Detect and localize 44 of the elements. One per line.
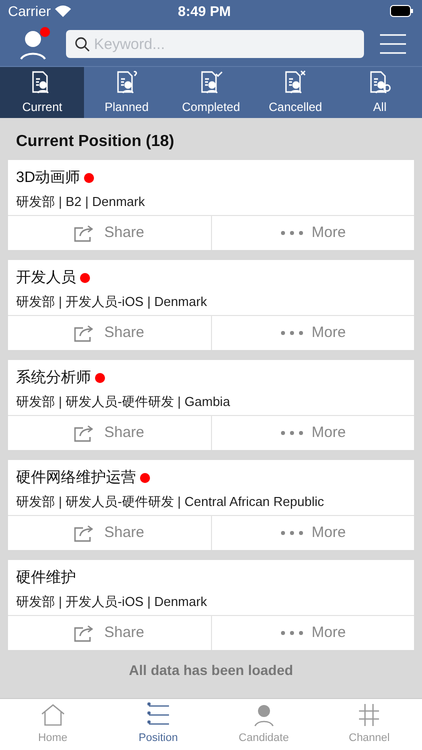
share-button[interactable]: Share (8, 516, 212, 550)
position-details: 研发部 | 研发人员-硬件研发 | Gambia (16, 393, 232, 411)
filter-tab[interactable]: Planned (84, 67, 169, 118)
dots-icon (280, 530, 304, 536)
position-title[interactable]: 3D动画师 (16, 166, 80, 190)
position-title[interactable]: 系统分析师 (16, 366, 91, 390)
search-field[interactable]: Keyword... (66, 30, 364, 58)
more-button[interactable]: More (212, 516, 414, 550)
position-details: 研发部 | B2 | Denmark (16, 193, 146, 211)
battery-icon (390, 5, 414, 17)
dots-icon (280, 430, 304, 436)
filter-tab[interactable]: Completed (168, 67, 254, 118)
position-details: 研发部 | 开发人员-iOS | Denmark (16, 593, 208, 611)
more-button[interactable]: More (212, 416, 414, 450)
dots-icon (280, 330, 304, 336)
more-button[interactable]: More (212, 216, 414, 250)
section-title: Current Position (18) (15, 132, 176, 152)
position-title[interactable]: 硬件网络维护运营 (16, 466, 136, 490)
wifi-icon (54, 5, 71, 17)
position-details: 研发部 | 研发人员-硬件研发 | Central African Republic (16, 493, 325, 511)
position-title[interactable]: 硬件维护 (16, 566, 76, 590)
nav-tab[interactable]: Candidate (211, 699, 316, 750)
dots-icon (280, 230, 304, 236)
position-details: 研发部 | 开发人员-iOS | Denmark (16, 293, 208, 311)
dots-icon (280, 630, 304, 636)
nav-tab[interactable]: Position (106, 699, 211, 750)
more-button[interactable]: More (212, 616, 414, 650)
nav-tab[interactable]: Channel (316, 699, 422, 750)
search-icon (74, 36, 90, 52)
filter-tab[interactable]: Cancelled (253, 67, 338, 118)
menu-icon[interactable] (380, 33, 406, 55)
loaded-message: All data has been loaded (128, 661, 294, 680)
nav-tab[interactable]: Home (0, 699, 106, 750)
share-button[interactable]: Share (8, 316, 212, 350)
home-icon (40, 702, 66, 728)
filter-tab[interactable]: All (338, 67, 422, 118)
carrier-label: Carrier (8, 2, 51, 20)
filter-tab[interactable]: Current (0, 67, 84, 118)
share-button[interactable]: Share (8, 216, 212, 250)
position-title[interactable]: 开发人员 (16, 266, 76, 290)
share-button[interactable]: Share (8, 616, 212, 650)
share-button[interactable]: Share (8, 416, 212, 450)
more-button[interactable]: More (212, 316, 414, 350)
clock-time: 8:49 PM (176, 2, 232, 20)
